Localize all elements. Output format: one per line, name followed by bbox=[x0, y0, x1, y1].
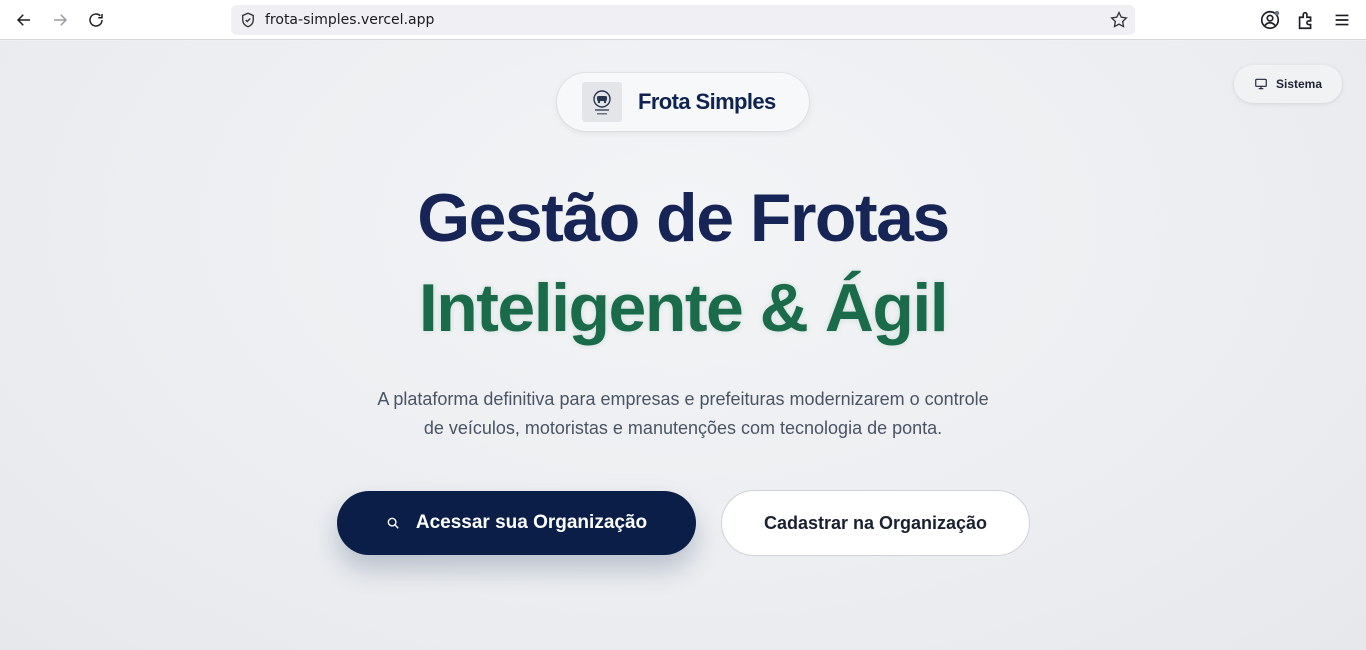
access-organization-button[interactable]: Acessar sua Organização bbox=[337, 491, 696, 555]
monitor-icon bbox=[1255, 78, 1267, 90]
hero-headline-line2: Inteligente & Ágil bbox=[418, 270, 949, 346]
url-text[interactable]: frota-simples.vercel.app bbox=[265, 12, 434, 28]
forward-icon[interactable] bbox=[48, 8, 72, 32]
register-organization-button[interactable]: Cadastrar na Organização bbox=[721, 490, 1030, 556]
star-icon[interactable] bbox=[1109, 10, 1129, 30]
hero-subtitle: A plataforma definitiva para empresas e … bbox=[340, 385, 1026, 443]
shield-icon[interactable] bbox=[239, 11, 257, 29]
hero-headline-line1: Gestão de Frotas bbox=[417, 180, 950, 256]
search-icon bbox=[387, 517, 399, 529]
reload-icon[interactable] bbox=[84, 8, 108, 32]
browser-toolbar: frota-simples.vercel.app bbox=[0, 0, 1366, 40]
back-icon[interactable] bbox=[12, 8, 36, 32]
landing-page: Frota Simples Sistema Gestão de Frotas I… bbox=[0, 41, 1366, 650]
brand-name: Frota Simples bbox=[638, 89, 776, 114]
menu-icon[interactable] bbox=[1331, 9, 1353, 31]
theme-toggle-label: Sistema bbox=[1275, 77, 1323, 91]
extensions-icon[interactable] bbox=[1295, 9, 1317, 31]
address-bar[interactable]: frota-simples.vercel.app bbox=[231, 5, 1135, 35]
account-icon[interactable] bbox=[1259, 9, 1281, 31]
access-organization-label: Acessar sua Organização bbox=[415, 512, 648, 533]
theme-toggle-button[interactable]: Sistema bbox=[1234, 65, 1342, 103]
brand-header[interactable]: Frota Simples bbox=[557, 73, 809, 131]
register-organization-label: Cadastrar na Organização bbox=[763, 512, 988, 533]
hero-subtitle-line1: A plataforma definitiva para empresas e … bbox=[377, 389, 989, 409]
frota-simples-logo bbox=[582, 82, 622, 122]
hero-subtitle-line2: de veículos, motoristas e manutenções co… bbox=[423, 418, 943, 438]
